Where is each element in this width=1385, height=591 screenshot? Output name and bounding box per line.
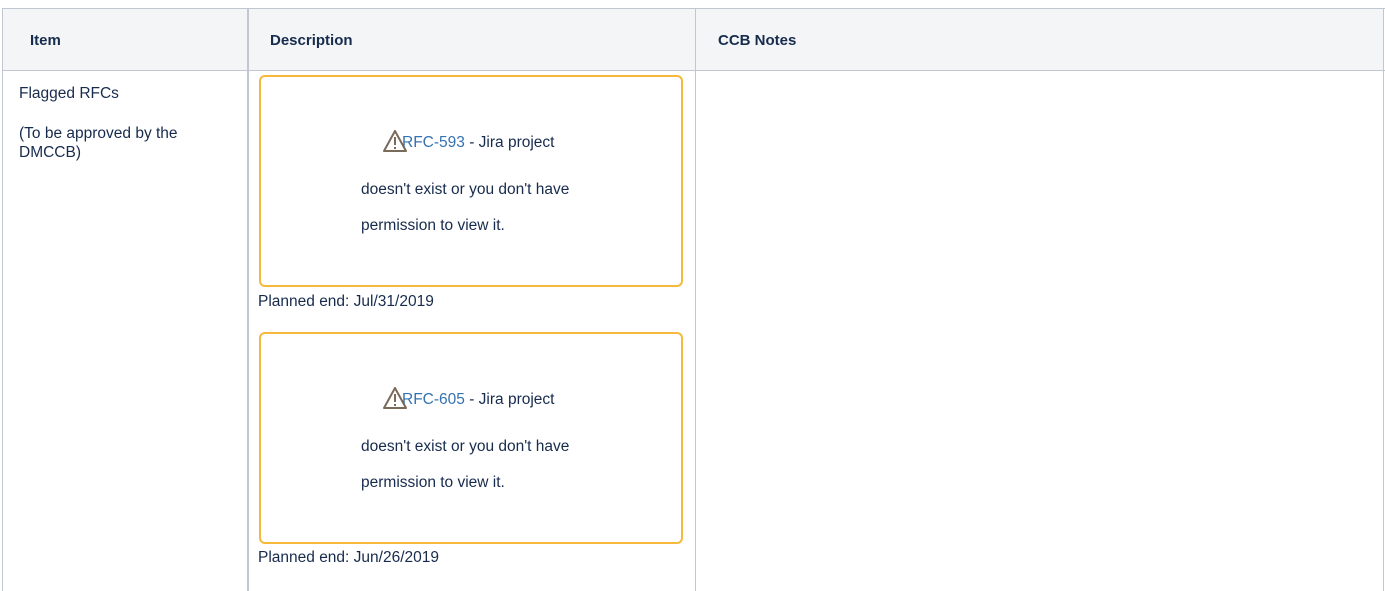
column-divider-2 bbox=[695, 8, 696, 591]
table-top-border bbox=[2, 8, 1385, 9]
planned-end-date: Planned end: Jul/31/2019 bbox=[258, 293, 434, 310]
jira-message-line3: permission to view it. bbox=[361, 217, 505, 234]
column-divider-1 bbox=[247, 8, 249, 591]
header-item: Item bbox=[30, 32, 61, 49]
jira-message-line2: doesn't exist or you don't have bbox=[361, 438, 570, 455]
jira-issue-box: RFC-605 - Jira project doesn't exist or … bbox=[259, 332, 683, 544]
item-note-line2: DMCCB) bbox=[19, 144, 81, 161]
rfc-table: Item Description CCB Notes Flagged RFCs … bbox=[0, 0, 1385, 591]
table-left-border bbox=[2, 8, 3, 591]
header-ccb-notes: CCB Notes bbox=[718, 32, 797, 49]
planned-end-date: Planned end: Jun/26/2019 bbox=[258, 549, 439, 566]
table-right-border bbox=[1383, 8, 1384, 591]
table-header-row bbox=[2, 9, 1384, 70]
item-note-line1: (To be approved by the bbox=[19, 125, 178, 142]
jira-message-line1: RFC-605 - Jira project bbox=[402, 391, 554, 409]
jira-message-line2: doesn't exist or you don't have bbox=[361, 181, 570, 198]
item-title: Flagged RFCs bbox=[19, 85, 119, 102]
header-bottom-border bbox=[2, 70, 1385, 71]
header-description: Description bbox=[270, 32, 353, 49]
jira-message-line3: permission to view it. bbox=[361, 474, 505, 491]
rfc-link[interactable]: RFC-605 bbox=[402, 391, 465, 408]
rfc-link[interactable]: RFC-593 bbox=[402, 134, 465, 151]
jira-message-suffix: - Jira project bbox=[464, 134, 555, 151]
jira-message-line1: RFC-593 - Jira project bbox=[402, 134, 554, 152]
jira-message-suffix: - Jira project bbox=[464, 391, 555, 408]
jira-issue-box: RFC-593 - Jira project doesn't exist or … bbox=[259, 75, 683, 287]
